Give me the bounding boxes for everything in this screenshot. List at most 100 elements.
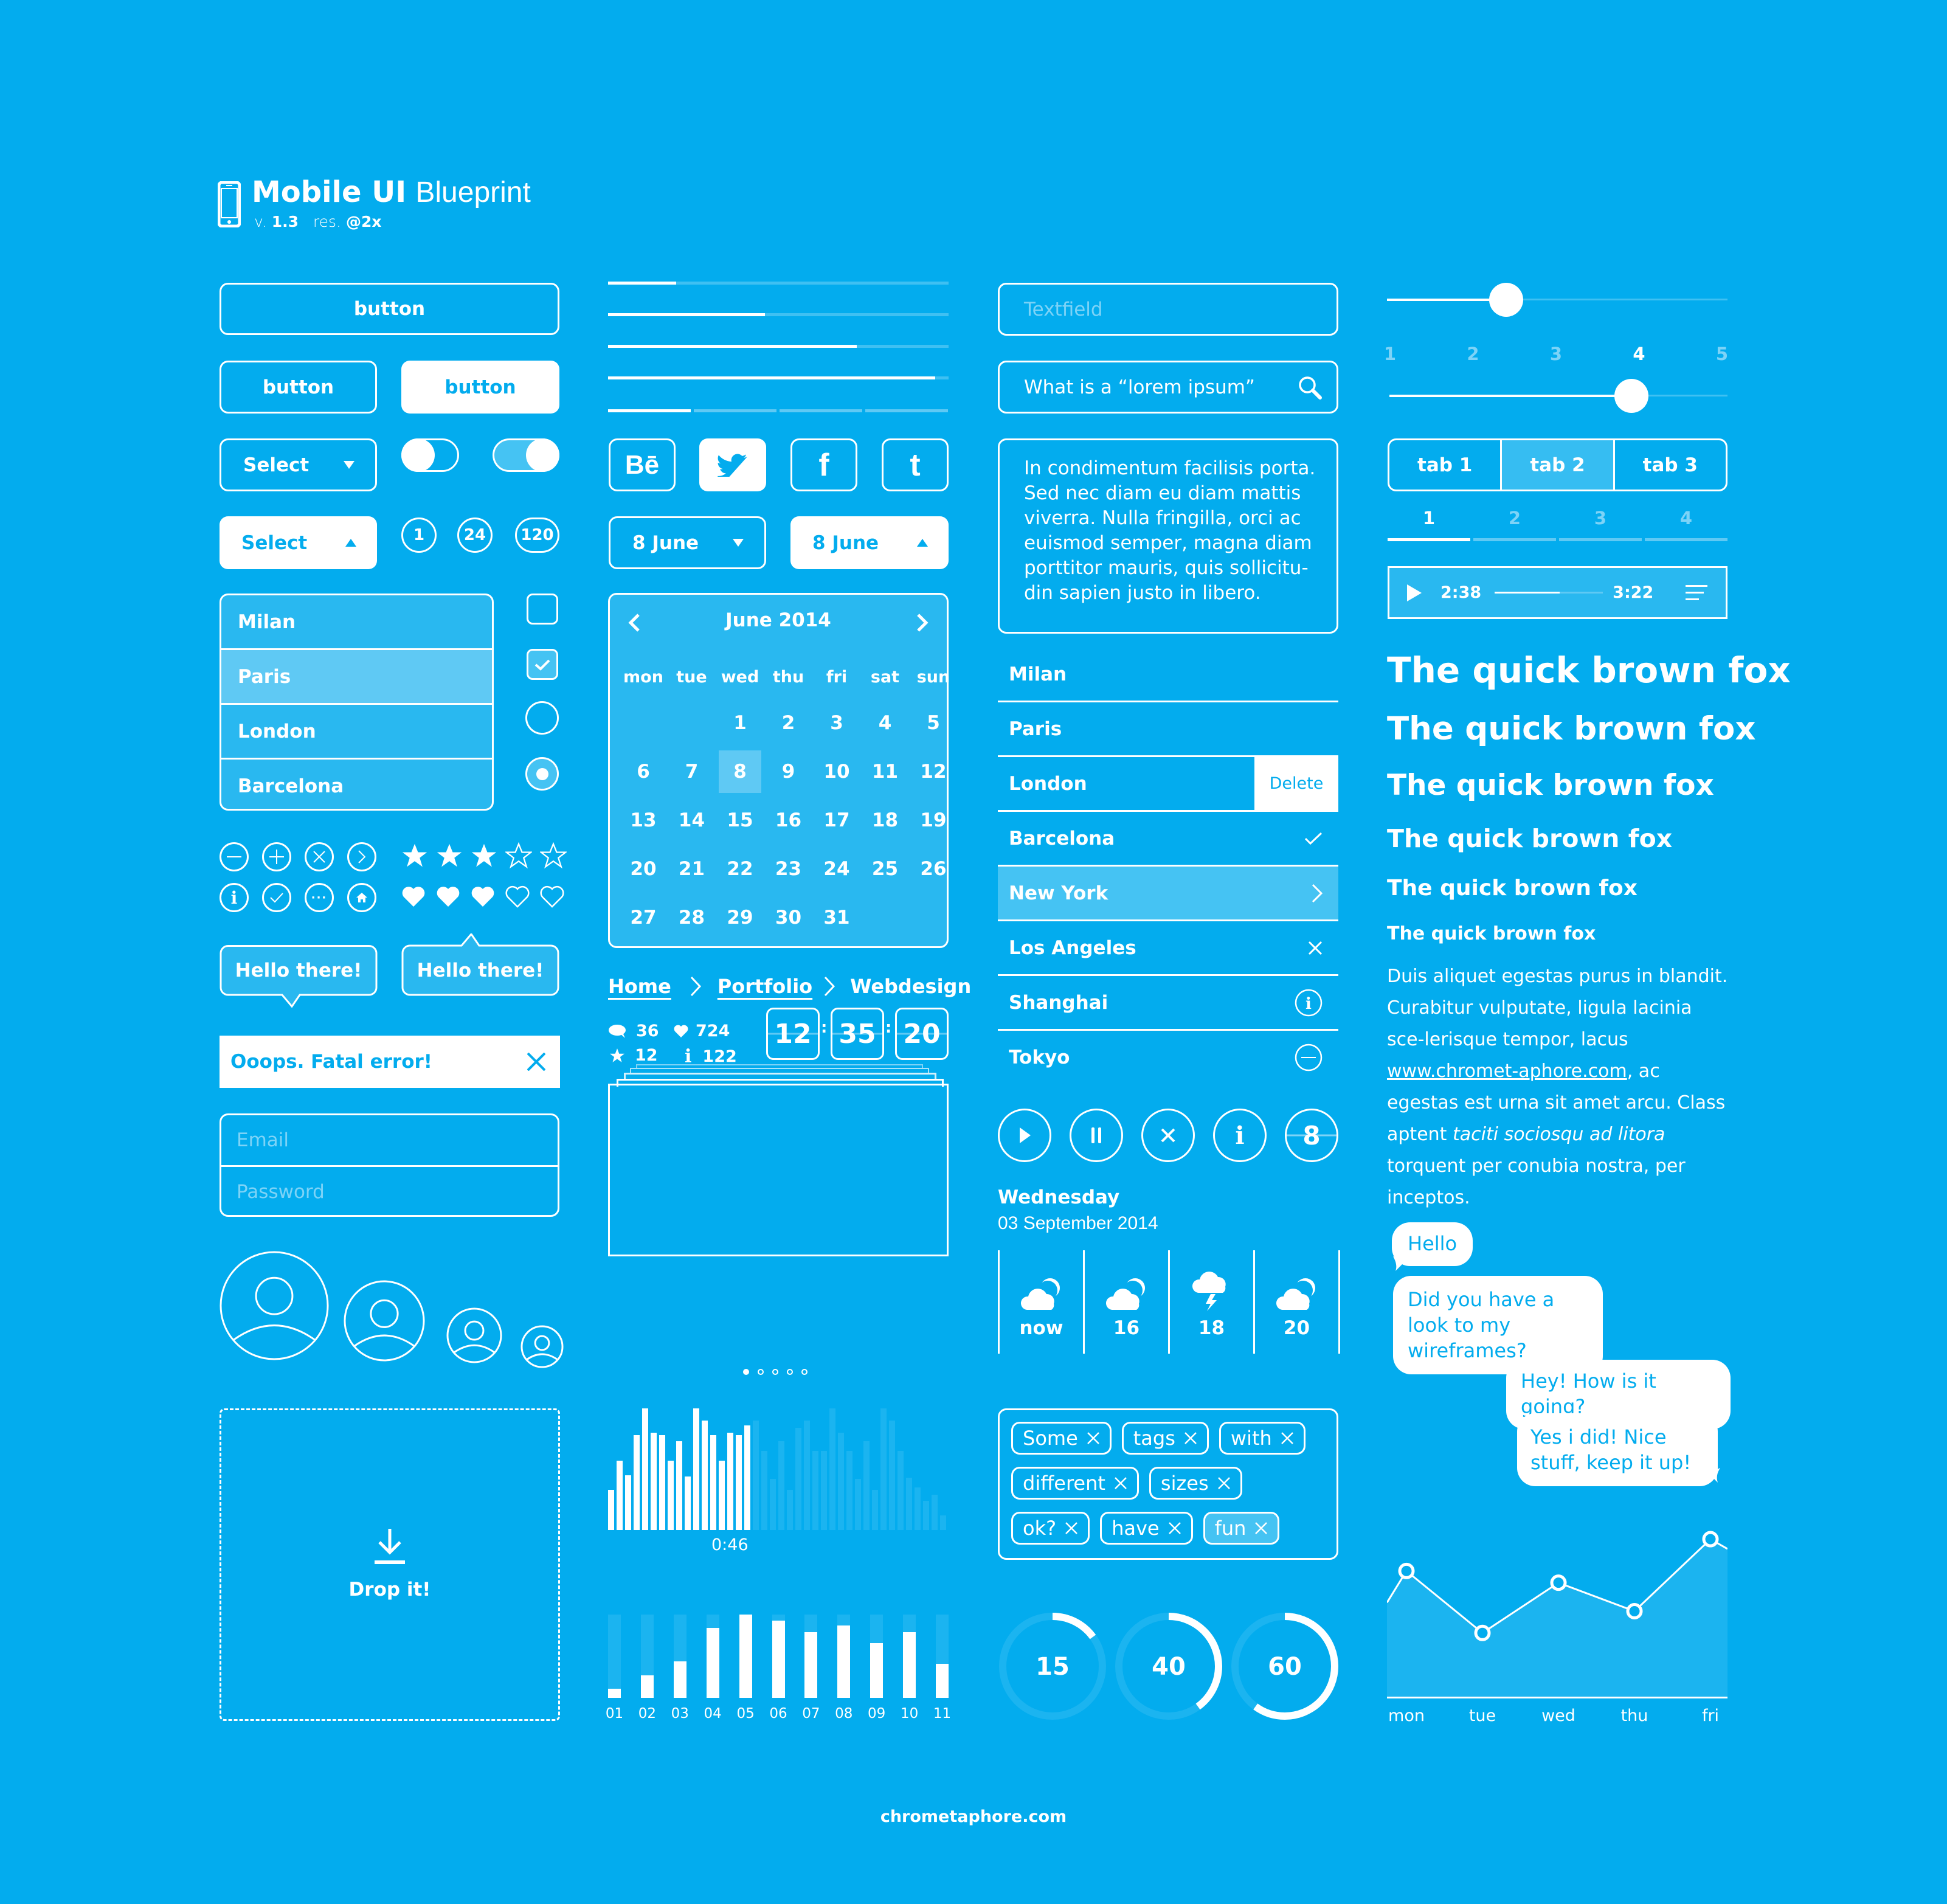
select-open[interactable]: Select <box>220 516 377 569</box>
page-dot[interactable] <box>743 1369 749 1375</box>
close-icon[interactable] <box>1168 1521 1181 1535</box>
search-icon[interactable] <box>1298 375 1322 400</box>
play-button[interactable] <box>998 1109 1051 1162</box>
list-item[interactable]: Shanghai i <box>998 976 1338 1031</box>
close-icon[interactable] <box>1281 1431 1294 1445</box>
page-dot[interactable] <box>787 1369 793 1375</box>
heart-rating[interactable] <box>401 885 564 909</box>
calendar-day[interactable]: 26 <box>912 848 955 890</box>
calendar-day[interactable]: 2 <box>767 702 810 744</box>
list-item[interactable]: Milan <box>998 648 1338 702</box>
calendar-day[interactable]: 7 <box>671 750 713 793</box>
step-slider-handle[interactable] <box>1614 379 1648 413</box>
slider[interactable] <box>1387 283 1727 317</box>
filled-button[interactable]: button <box>401 361 559 414</box>
calendar-day[interactable]: 24 <box>815 848 858 890</box>
player-progress-track[interactable] <box>1495 592 1603 594</box>
tag[interactable]: with <box>1219 1422 1305 1455</box>
tag[interactable]: Some <box>1011 1422 1112 1455</box>
close-button[interactable] <box>1141 1109 1195 1162</box>
list-item[interactable]: Los Angeles <box>998 921 1338 976</box>
avatar-icon[interactable] <box>344 1280 425 1362</box>
check-circle-icon[interactable] <box>262 883 291 912</box>
calendar-day[interactable]: 15 <box>719 799 761 842</box>
close-icon[interactable] <box>1087 1431 1100 1445</box>
home-circle-icon[interactable] <box>347 883 376 912</box>
list-item[interactable]: Paris <box>998 702 1338 757</box>
star-empty-icon[interactable] <box>505 842 532 869</box>
page-dot[interactable] <box>772 1369 778 1375</box>
list-item[interactable]: New York <box>998 867 1338 921</box>
calendar-day[interactable]: 12 <box>912 750 955 793</box>
tag[interactable]: have <box>1100 1512 1193 1545</box>
play-icon[interactable] <box>1406 584 1422 602</box>
calendar-day[interactable]: 30 <box>767 896 810 939</box>
wide-button[interactable]: button <box>220 283 559 335</box>
email-field[interactable]: Email <box>221 1115 558 1167</box>
list-item[interactable]: London Delete <box>998 757 1338 812</box>
select-closed[interactable]: Select <box>220 438 377 491</box>
textarea[interactable]: In condimentum facilisis porta. Sed nec … <box>998 438 1338 634</box>
calendar-day[interactable]: 20 <box>622 848 665 890</box>
avatar-icon[interactable] <box>520 1325 564 1368</box>
page-tab[interactable]: 4 <box>1645 508 1727 528</box>
calendar-day[interactable]: 16 <box>767 799 810 842</box>
list-item[interactable]: Tokyo <box>998 1031 1338 1084</box>
breadcrumb-home[interactable]: Home <box>608 975 671 998</box>
calendar-day[interactable]: 27 <box>622 896 665 939</box>
calendar-day[interactable]: 4 <box>864 702 907 744</box>
calendar-day[interactable]: 11 <box>864 750 907 793</box>
chevron-right-icon[interactable] <box>1312 884 1323 903</box>
calendar-day[interactable]: 10 <box>815 750 858 793</box>
close-circle-icon[interactable] <box>305 842 334 871</box>
page-tab[interactable]: 1 <box>1388 508 1470 528</box>
drop-zone[interactable]: Drop it! <box>220 1408 560 1721</box>
audio-waveform[interactable] <box>608 1405 949 1530</box>
page-dots[interactable] <box>743 1369 808 1375</box>
calendar-day[interactable]: 1 <box>719 702 761 744</box>
tag-input[interactable]: Some tags with different sizes ok? have fun <box>998 1408 1338 1560</box>
radio-unchecked[interactable] <box>525 701 559 735</box>
radio-checked[interactable] <box>525 757 559 791</box>
heart-empty-icon[interactable] <box>505 885 530 909</box>
step-label[interactable]: 5 <box>1713 344 1731 364</box>
star-filled-icon[interactable] <box>436 842 463 869</box>
dropdown-item-selected[interactable]: Paris <box>221 650 492 705</box>
star-rating[interactable] <box>401 842 567 869</box>
calendar-day-selected[interactable]: 8 <box>719 750 761 793</box>
calendar-day[interactable]: 19 <box>912 799 955 842</box>
step-slider[interactable]: 1 2 3 4 5 <box>1384 344 1728 417</box>
footer-link[interactable]: chrometaphore.com <box>0 1807 1947 1826</box>
calendar-day[interactable]: 17 <box>815 799 858 842</box>
info-circle-icon[interactable]: i <box>220 883 249 912</box>
data-point[interactable] <box>1626 1602 1643 1619</box>
breadcrumb-portfolio[interactable]: Portfolio <box>718 975 812 998</box>
outline-button[interactable]: button <box>220 361 377 414</box>
data-point[interactable] <box>1474 1624 1491 1641</box>
page-dot[interactable] <box>801 1369 808 1375</box>
close-icon[interactable] <box>1254 1521 1268 1535</box>
slider-handle[interactable] <box>1489 283 1523 317</box>
close-icon[interactable] <box>1308 941 1323 955</box>
tab[interactable]: tab 1 <box>1389 440 1500 490</box>
calendar-day[interactable]: 21 <box>671 848 713 890</box>
heart-filled-icon[interactable] <box>471 885 495 909</box>
calendar-day[interactable]: 3 <box>815 702 858 744</box>
info-button[interactable]: i <box>1213 1109 1267 1162</box>
data-point[interactable] <box>1702 1531 1719 1548</box>
textfield[interactable]: Textfield <box>998 283 1338 336</box>
calendar-day[interactable]: 13 <box>622 799 665 842</box>
calendar-day[interactable]: 6 <box>622 750 665 793</box>
heart-filled-icon[interactable] <box>436 885 460 909</box>
behance-button[interactable]: Bē <box>609 438 676 491</box>
tag[interactable]: ok? <box>1011 1512 1090 1545</box>
close-icon[interactable] <box>1114 1476 1127 1490</box>
heart-empty-icon[interactable] <box>540 885 564 909</box>
page-tab[interactable]: 2 <box>1473 508 1556 528</box>
info-circle-icon[interactable]: i <box>1295 989 1323 1017</box>
step-label[interactable]: 2 <box>1464 344 1482 364</box>
pause-button[interactable] <box>1070 1109 1123 1162</box>
page-tab[interactable]: 3 <box>1559 508 1642 528</box>
data-point[interactable] <box>1398 1562 1415 1579</box>
calendar-day[interactable]: 14 <box>671 799 713 842</box>
